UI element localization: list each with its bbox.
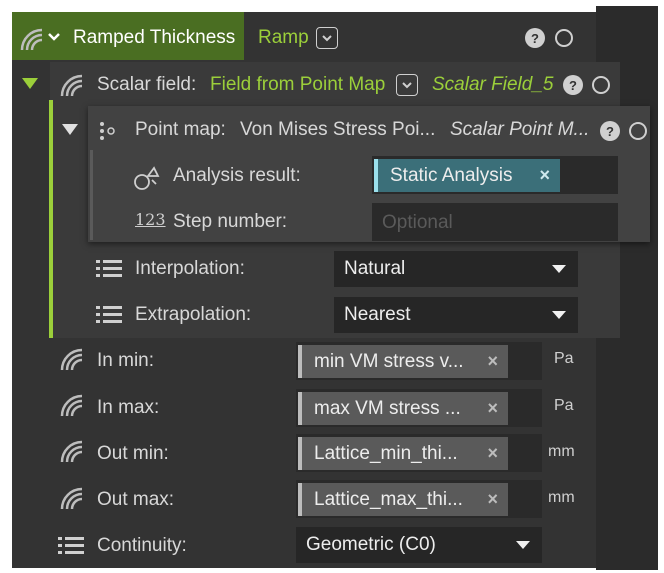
collapse-triangle-icon[interactable] [62,124,78,135]
list-icon [58,537,84,554]
scalar-field-value: Field from Point Map [210,74,386,95]
scalar-field-group-bar [49,100,53,338]
extrapolation-label: Extrapolation: [135,304,252,325]
out-min-unit: mm [548,443,575,460]
step-number-placeholder: Optional [382,212,453,233]
status-circle-icon[interactable] [629,122,647,140]
remove-icon[interactable]: × [487,351,498,372]
continuity-label: Continuity: [97,535,187,556]
out-max-unit: mm [548,489,575,506]
continuity-select[interactable]: Geometric (C0) [296,527,542,563]
scalar-field-dropdown-button[interactable] [396,74,418,96]
point-map-icon [100,122,115,140]
header-title: Ramped Thickness [73,27,236,48]
field-signal-icon [60,74,83,97]
status-circle-icon[interactable] [592,76,610,94]
in-max-unit: Pa [554,397,574,414]
help-icon[interactable]: ? [525,28,545,48]
field-signal-icon [60,487,83,510]
interpolation-select[interactable]: Natural [334,251,578,287]
out-max-label: Out max: [97,489,175,510]
type-dropdown-button[interactable] [316,27,338,49]
in-min-unit: Pa [554,350,574,367]
point-map-group-bar [90,150,93,240]
extrapolation-value: Nearest [344,304,411,325]
scalar-field-label: Scalar field: [97,74,197,95]
step-number-label: Step number: [173,211,288,232]
remove-icon[interactable]: × [487,398,498,419]
field-signal-icon [60,348,83,371]
type-label: Ramp [258,27,309,48]
caret-down-icon [552,265,566,273]
remove-icon[interactable]: × [487,489,498,510]
field-signal-icon [60,394,83,417]
collapse-triangle-icon[interactable] [22,78,38,89]
point-map-value: Von Mises Stress Poi... [240,119,436,140]
chevron-down-icon [402,82,412,89]
analysis-result-value: Static Analysis [390,164,513,186]
analysis-result-chip[interactable]: Static Analysis × [374,159,560,192]
out-max-value: Lattice_max_thi... [314,488,463,510]
point-map-name: Scalar Point M... [450,119,590,140]
chevron-down-icon [322,35,332,42]
out-min-chip[interactable]: Lattice_min_thi... × [298,437,508,470]
remove-icon[interactable]: × [539,165,550,186]
caret-down-icon [516,541,530,549]
extrapolation-select[interactable]: Nearest [334,297,578,333]
in-min-value: min VM stress v... [314,350,464,372]
field-signal-icon [20,28,43,51]
in-min-chip[interactable]: min VM stress v... × [298,345,508,378]
interpolation-value: Natural [344,258,406,279]
out-max-chip[interactable]: Lattice_max_thi... × [298,483,508,516]
scalar-field-name: Scalar Field_5 [432,74,554,95]
status-circle-icon[interactable] [555,29,573,47]
point-map-label: Point map: [135,119,226,140]
caret-down-icon [552,311,566,319]
out-min-label: Out min: [97,443,169,464]
list-icon [96,260,122,277]
step-number-icon: 123 [135,210,166,229]
out-min-value: Lattice_min_thi... [314,442,458,464]
list-icon [96,306,122,323]
chevron-down-icon[interactable] [47,32,61,42]
in-max-chip[interactable]: max VM stress ... × [298,392,508,425]
analysis-result-label: Analysis result: [173,165,301,186]
field-signal-icon [60,440,83,463]
continuity-value: Geometric (C0) [306,534,436,555]
in-max-label: In max: [97,397,160,418]
help-icon[interactable]: ? [600,121,620,141]
help-icon[interactable]: ? [563,75,583,95]
in-min-label: In min: [97,350,155,371]
analysis-result-icon [134,166,160,190]
remove-icon[interactable]: × [487,443,498,464]
interpolation-label: Interpolation: [135,258,245,279]
in-max-value: max VM stress ... [314,397,461,419]
